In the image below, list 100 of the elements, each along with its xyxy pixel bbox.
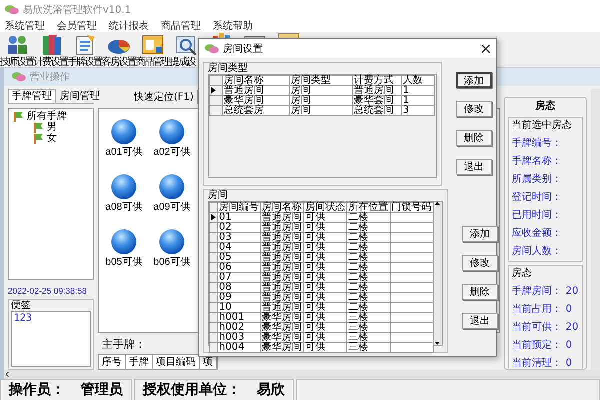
room-label[interactable]: a01可供 bbox=[106, 144, 142, 159]
room-label[interactable]: a09可供 bbox=[154, 200, 190, 214]
table-cell: 普通房间 bbox=[260, 282, 304, 292]
table-cell: 可供 bbox=[304, 322, 347, 332]
toolbar-label[interactable]: 客房设置 bbox=[102, 57, 136, 68]
dialog-button[interactable]: 删除 bbox=[456, 130, 492, 146]
table-cell: 三楼 bbox=[346, 342, 390, 352]
table-cell: h001 bbox=[218, 312, 261, 322]
table-cell: 二楼 bbox=[346, 252, 390, 262]
column-header[interactable]: 门锁号码 bbox=[390, 202, 434, 212]
table-cell: 可供 bbox=[304, 212, 347, 222]
menu-item[interactable]: 系统管理 bbox=[5, 19, 45, 33]
table-cell: 04 bbox=[218, 242, 261, 252]
table-cell: 可供 bbox=[304, 252, 347, 262]
table-cell: 二楼 bbox=[346, 242, 390, 252]
field-value: 0 bbox=[566, 304, 572, 315]
field-label: 手牌房间： bbox=[512, 286, 562, 297]
table-cell: 豪华房间 bbox=[260, 342, 304, 352]
dialog-button[interactable]: 退出 bbox=[462, 313, 498, 329]
table-cell: 房间 bbox=[290, 86, 352, 96]
table-cell: 普通房间 bbox=[260, 242, 304, 252]
dialog-button[interactable]: 删除 bbox=[462, 284, 498, 300]
column-header[interactable]: 人数 bbox=[402, 76, 434, 86]
table-cell: 普通房间 bbox=[260, 252, 304, 262]
field-label: 手牌编号： bbox=[512, 138, 562, 149]
table-cell: 普通房间 bbox=[260, 212, 304, 222]
table-cell: 二楼 bbox=[346, 292, 390, 302]
table-cell: 可供 bbox=[304, 262, 347, 272]
dialog-button[interactable]: 添加 bbox=[462, 226, 498, 242]
memo-field[interactable]: 123 bbox=[11, 311, 91, 367]
tree-node[interactable]: 男 bbox=[47, 122, 57, 133]
section-label: 主手牌： bbox=[102, 337, 146, 352]
field-label: 应收金额： bbox=[512, 228, 562, 239]
field-label: 房间人数： bbox=[512, 246, 562, 257]
column-header[interactable]: 房间状态 bbox=[304, 202, 347, 212]
menu-item[interactable]: 系统帮助 bbox=[213, 19, 253, 33]
column-header[interactable]: 所在位置 bbox=[346, 202, 390, 212]
field-value: 0 bbox=[566, 358, 572, 369]
child-window-title: 营业操作 bbox=[30, 70, 70, 84]
table-cell: 普通房间 bbox=[260, 292, 304, 302]
dialog-button[interactable]: 修改 bbox=[462, 255, 498, 271]
field-value: 20 bbox=[566, 286, 579, 297]
table-cell: 普通房间 bbox=[222, 86, 290, 96]
table-cell: 豪华房间 bbox=[260, 332, 304, 342]
toolbar-label[interactable]: 商品管理 bbox=[136, 57, 170, 68]
table-cell: 09 bbox=[218, 292, 261, 302]
table-cell: 3 bbox=[402, 106, 434, 116]
table-cell: 三楼 bbox=[346, 332, 390, 342]
tree-node[interactable]: 女 bbox=[47, 133, 57, 144]
tree-node[interactable]: 所有手牌 bbox=[27, 111, 67, 122]
table-cell: 二楼 bbox=[346, 272, 390, 282]
field-label: 手牌名称： bbox=[512, 156, 562, 167]
column-header[interactable]: 手牌 bbox=[126, 355, 153, 369]
room-label[interactable]: b06可供 bbox=[154, 254, 190, 269]
column-header[interactable]: 计费方式 bbox=[352, 76, 402, 86]
tab[interactable]: 房间管理 bbox=[56, 89, 104, 103]
toolbar-label[interactable]: 手牌设置 bbox=[68, 57, 102, 68]
dialog-title: 房间设置 bbox=[223, 42, 263, 56]
datetime-text: 2022-02-25 09:38:58 bbox=[8, 286, 87, 296]
table-cell: 豪华房间 bbox=[222, 96, 290, 106]
table-cell: 可供 bbox=[304, 272, 347, 282]
table-cell: 可供 bbox=[304, 312, 347, 322]
column-header[interactable]: 房间编号 bbox=[218, 202, 261, 212]
table-cell: 三楼 bbox=[346, 312, 390, 322]
table-cell: h004 bbox=[218, 342, 261, 352]
column-header[interactable]: 房间名称 bbox=[260, 202, 304, 212]
dialog-button[interactable]: 退出 bbox=[456, 159, 492, 175]
column-header[interactable]: 序号 bbox=[99, 355, 126, 369]
menu-item[interactable]: 商品管理 bbox=[161, 19, 201, 33]
room-label[interactable]: a02可供 bbox=[154, 144, 190, 159]
dialog-button[interactable]: 添加 bbox=[456, 72, 492, 88]
toolbar-label[interactable]: 提成设 bbox=[170, 57, 196, 68]
room-label[interactable]: a08可供 bbox=[106, 200, 142, 214]
status-label: 操作员： bbox=[9, 382, 65, 399]
table-cell: 可供 bbox=[304, 332, 347, 342]
table-cell: 可供 bbox=[304, 282, 347, 292]
menu-item[interactable]: 会员管理 bbox=[57, 19, 97, 33]
toolbar-label[interactable]: 技师设置 bbox=[0, 57, 34, 68]
field-value: 20 bbox=[566, 322, 579, 333]
group-title: 房态 bbox=[512, 268, 533, 279]
table-cell: 二楼 bbox=[346, 282, 390, 292]
table-cell: 房间 bbox=[290, 106, 352, 116]
table-cell: 二楼 bbox=[346, 232, 390, 242]
column-header[interactable]: 房间类型 bbox=[290, 76, 352, 86]
panel-title: 房态 bbox=[534, 100, 556, 114]
field-label: 快速定位(F1) bbox=[134, 90, 194, 104]
toolbar-label[interactable]: 计费设置 bbox=[34, 57, 68, 68]
table-cell: 三楼 bbox=[346, 322, 390, 332]
table-cell: 豪华房间 bbox=[260, 322, 304, 332]
table-cell: 普通房间 bbox=[260, 302, 304, 312]
table-cell: 普通房间 bbox=[260, 232, 304, 242]
table-cell: 01 bbox=[218, 212, 261, 222]
dialog-button[interactable]: 修改 bbox=[456, 101, 492, 117]
room-label[interactable]: b05可供 bbox=[106, 254, 142, 269]
tab[interactable]: 手牌管理 bbox=[8, 89, 56, 103]
table-cell: 10 bbox=[218, 302, 261, 312]
table-cell: 08 bbox=[218, 282, 261, 292]
menu-item[interactable]: 统计报表 bbox=[109, 19, 149, 33]
column-header[interactable]: 房间名称 bbox=[222, 76, 290, 86]
table-cell: 房间 bbox=[290, 96, 352, 106]
